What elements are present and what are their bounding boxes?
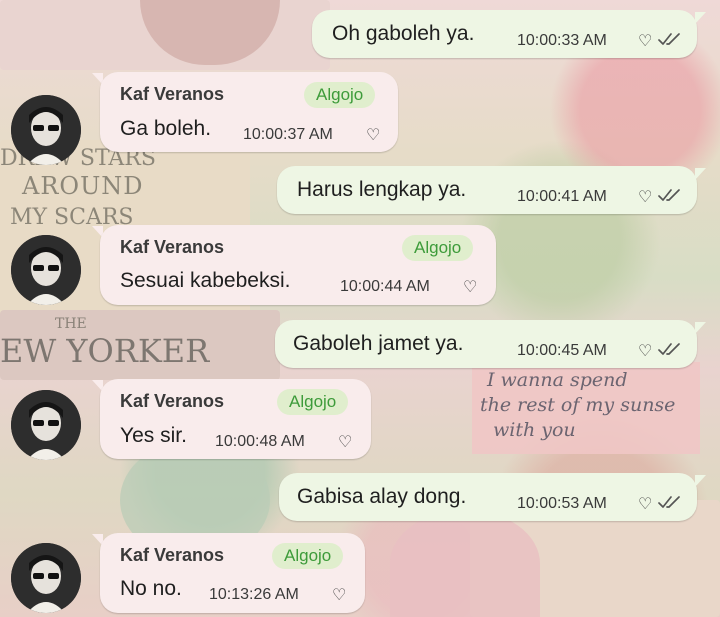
- message-text: Ga boleh.: [120, 117, 212, 140]
- avatar[interactable]: [11, 95, 81, 165]
- message-text: Harus lengkap ya.: [297, 178, 467, 201]
- message-bubble-incoming[interactable]: Kaf Veranos Algojo Sesuai kabebeksi. 10:…: [100, 225, 496, 305]
- avatar-portrait: [11, 235, 81, 305]
- wallpaper-text-yorker: EW YORKER: [0, 332, 210, 370]
- heart-icon: ♡: [638, 343, 653, 360]
- wallpaper-note-line-3: with you: [493, 419, 576, 441]
- message-text: Yes sir.: [120, 424, 187, 447]
- avatar-portrait: [11, 95, 81, 165]
- sender-name: Kaf Veranos: [120, 545, 225, 565]
- message-bubble-outgoing[interactable]: Gaboleh jamet ya. 10:00:45 AM ♡: [275, 320, 697, 368]
- message-bubble-incoming[interactable]: Kaf Veranos Algojo Yes sir. 10:00:48 AM …: [100, 379, 371, 459]
- message-text: Gabisa alay dong.: [297, 485, 467, 508]
- wallpaper-text-around: AROUND: [22, 172, 144, 200]
- heart-icon: ♡: [366, 127, 381, 144]
- double-check-icon: [658, 343, 680, 355]
- message-timestamp: 10:00:33 AM: [517, 32, 607, 49]
- double-check-icon: [658, 496, 680, 508]
- heart-icon: ♡: [638, 496, 653, 513]
- message-timestamp: 10:00:45 AM: [517, 342, 607, 359]
- message-bubble-incoming[interactable]: Kaf Veranos Algojo Ga boleh. 10:00:37 AM…: [100, 72, 398, 152]
- double-check-icon: [658, 189, 680, 201]
- message-timestamp: 10:00:37 AM: [243, 126, 333, 143]
- member-title-badge: Algojo: [277, 389, 349, 415]
- message-timestamp: 10:00:48 AM: [215, 433, 305, 450]
- bubble-tail: [695, 168, 706, 180]
- heart-icon: ♡: [638, 33, 653, 50]
- wallpaper-note-line-2: the rest of my sunse: [480, 394, 676, 416]
- avatar-portrait: [11, 390, 81, 460]
- member-title-badge: Algojo: [272, 543, 344, 569]
- sender-name: Kaf Veranos: [120, 84, 225, 104]
- bubble-tail: [695, 322, 706, 334]
- avatar[interactable]: [11, 543, 81, 613]
- bubble-tail: [695, 12, 706, 24]
- double-check-icon: [658, 33, 680, 45]
- message-bubble-outgoing[interactable]: Oh gaboleh ya. 10:00:33 AM ♡: [312, 10, 697, 58]
- member-title-badge: Algojo: [304, 82, 376, 108]
- avatar-portrait: [11, 543, 81, 613]
- message-timestamp: 10:13:26 AM: [209, 586, 299, 603]
- heart-icon: ♡: [638, 189, 653, 206]
- message-timestamp: 10:00:44 AM: [340, 278, 430, 295]
- message-timestamp: 10:00:41 AM: [517, 188, 607, 205]
- message-text: Sesuai kabebeksi.: [120, 269, 291, 292]
- message-bubble-incoming[interactable]: Kaf Veranos Algojo No no. 10:13:26 AM ♡: [100, 533, 365, 613]
- message-timestamp: 10:00:53 AM: [517, 495, 607, 512]
- heart-icon: ♡: [338, 434, 353, 451]
- wallpaper-note-line-1: I wanna spend: [487, 369, 628, 391]
- message-bubble-outgoing[interactable]: Gabisa alay dong. 10:00:53 AM ♡: [279, 473, 697, 521]
- sender-name: Kaf Veranos: [120, 391, 225, 411]
- heart-icon: ♡: [463, 279, 478, 296]
- message-text: Oh gaboleh ya.: [332, 22, 475, 45]
- sender-name: Kaf Veranos: [120, 237, 225, 257]
- wallpaper-text-the: THE: [55, 316, 87, 332]
- avatar[interactable]: [11, 235, 81, 305]
- avatar[interactable]: [11, 390, 81, 460]
- message-bubble-outgoing[interactable]: Harus lengkap ya. 10:00:41 AM ♡: [277, 166, 697, 214]
- heart-icon: ♡: [332, 587, 347, 604]
- message-text: Gaboleh jamet ya.: [293, 332, 464, 355]
- message-text: No no.: [120, 577, 182, 600]
- bubble-tail: [695, 475, 706, 487]
- wallpaper-flower-bottom: [390, 510, 540, 617]
- member-title-badge: Algojo: [402, 235, 474, 261]
